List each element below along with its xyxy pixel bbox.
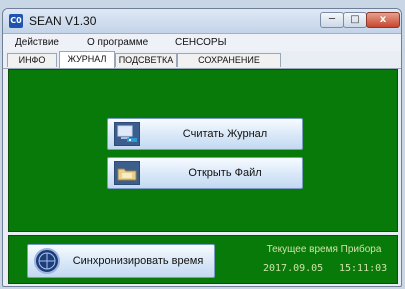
menu-sensors[interactable]: СЕНСОРЫ: [175, 37, 226, 48]
tab-save-data[interactable]: СОХРАНЕНИЕ ДАННЫХ: [177, 53, 281, 78]
open-file-label: Открыть Файл: [188, 167, 262, 179]
main-window: C0 SEAN V1.30 ─ □ x Действие О программе…: [2, 8, 402, 287]
tab-log[interactable]: ЖУРНАЛ: [59, 51, 115, 68]
title-bar[interactable]: C0 SEAN V1.30 ─ □ x: [3, 9, 401, 34]
read-log-button[interactable]: Считать Журнал: [107, 118, 303, 150]
menu-about[interactable]: О программе: [87, 37, 148, 48]
minimize-button[interactable]: ─: [320, 12, 344, 28]
sync-time-label: Синхронизировать время: [72, 255, 204, 267]
app-icon: C0: [9, 14, 23, 28]
menu-bar: Действие О программе СЕНСОРЫ: [3, 34, 401, 51]
computer-icon: [114, 122, 140, 146]
menu-action[interactable]: Действие: [15, 37, 59, 48]
folder-icon: [114, 161, 140, 185]
close-button[interactable]: x: [366, 12, 400, 28]
time-panel: Синхронизировать время Текущее время При…: [8, 235, 398, 284]
open-file-button[interactable]: Открыть Файл: [107, 157, 303, 189]
sync-time-button[interactable]: Синхронизировать время: [27, 244, 215, 278]
device-time-value: 15:11:03: [339, 263, 388, 274]
globe-icon: [34, 248, 60, 274]
log-panel: Считать Журнал Открыть Файл: [8, 69, 398, 232]
tab-backlight[interactable]: ПОДСВЕТКА: [115, 53, 177, 67]
tab-info[interactable]: ИНФО: [7, 53, 57, 67]
device-date-value: 2017.09.05: [263, 263, 324, 274]
maximize-button[interactable]: □: [343, 12, 367, 28]
read-log-label: Считать Журнал: [182, 128, 268, 140]
device-time-title: Текущее время Прибора: [266, 244, 382, 255]
tab-strip: ИНФО ЖУРНАЛ ПОДСВЕТКА СОХРАНЕНИЕ ДАННЫХ: [3, 51, 401, 78]
window-title: SEAN V1.30: [29, 14, 97, 28]
